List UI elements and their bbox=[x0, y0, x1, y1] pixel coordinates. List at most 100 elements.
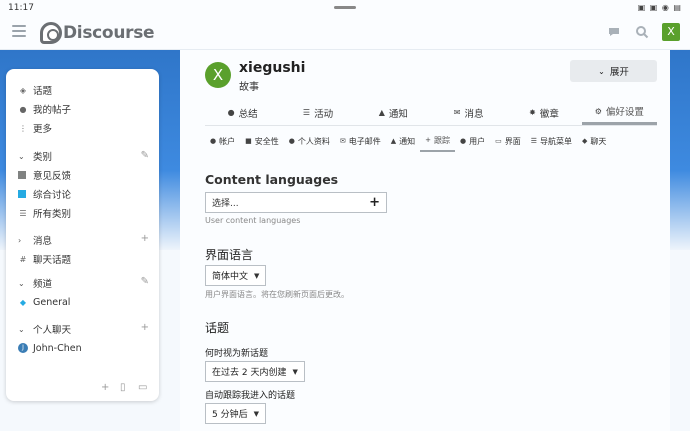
expand-chevron-icon: ⌄ bbox=[598, 66, 605, 76]
add-message-plus-icon[interactable]: + bbox=[141, 233, 149, 244]
sidebar-item-feedback[interactable]: 意见反馈 bbox=[18, 168, 71, 182]
tab-summary[interactable]: ● 总结 bbox=[205, 100, 280, 125]
chevron-down-icon: ⌄ bbox=[18, 278, 25, 288]
subtab-email[interactable]: ✉ 电子邮件 bbox=[335, 130, 386, 152]
auto-track-label: 自动跟踪我进入的话题 bbox=[205, 391, 296, 401]
hamburger-menu-icon[interactable] bbox=[12, 25, 26, 37]
new-topic-select[interactable]: 在过去 2 天内创建 ▼ bbox=[205, 361, 305, 382]
sidebar-item-more[interactable]: ⋮ 更多 bbox=[18, 121, 53, 136]
subtab-security[interactable]: ■ 安全性 bbox=[240, 130, 284, 152]
subtab-tracking[interactable]: + 跟踪 bbox=[420, 130, 455, 152]
tab-label: 消息 bbox=[464, 108, 484, 120]
lock-icon: ■ bbox=[245, 137, 252, 145]
sidebar-item-label: 我的帖子 bbox=[33, 105, 72, 116]
nav-icon: ☰ bbox=[530, 137, 537, 145]
sidebar-item-label: 所有类别 bbox=[33, 209, 72, 220]
list-icon: ☰ bbox=[19, 208, 27, 218]
tab-label: 安全性 bbox=[254, 136, 279, 146]
activity-icon: ☰ bbox=[302, 108, 311, 117]
badge-icon: ✸ bbox=[529, 108, 536, 117]
subtab-interface[interactable]: ▭ 界面 bbox=[490, 130, 526, 152]
status-time: 11:17 bbox=[8, 3, 34, 13]
content-languages-title: Content languages bbox=[205, 172, 339, 187]
search-icon[interactable] bbox=[634, 25, 650, 41]
sidebar-section-categories[interactable]: ⌄ 类别 bbox=[18, 149, 52, 164]
sidebar-item-topics[interactable]: ◈ 话题 bbox=[18, 83, 52, 98]
content-languages-select[interactable]: 选择... + bbox=[205, 192, 387, 213]
chevron-down-icon: ⌄ bbox=[18, 324, 25, 334]
envelope-icon: ✉ bbox=[453, 108, 461, 117]
chevron-down-icon: ⌄ bbox=[18, 151, 25, 161]
sidebar-section-messages[interactable]: › 消息 bbox=[18, 233, 52, 248]
caret-down-icon: ▼ bbox=[292, 367, 298, 376]
subtab-account[interactable]: ● 帐户 bbox=[205, 130, 240, 152]
preferences-sub-tabs: ● 帐户 ■ 安全性 ● 个人资料 ✉ 电子邮件 ▲ 通知 + 跟踪 ● 用户 ▭ 界面 ☰ 导航… bbox=[205, 130, 667, 152]
sidebar-item-label: 更多 bbox=[33, 124, 53, 135]
subtab-users[interactable]: ● 用户 bbox=[455, 130, 490, 152]
tab-label: 界面 bbox=[504, 136, 521, 146]
site-logo[interactable]: Discourse bbox=[40, 20, 155, 46]
gear-icon: ⚙ bbox=[594, 106, 602, 116]
auto-track-select[interactable]: 5 分钟后 ▼ bbox=[205, 403, 266, 424]
profile-main-tabs: ● 总结 ☰ 活动 ▲ 通知 ✉ 消息 ✸ 徽章 ⚙ 偏好设置 bbox=[205, 100, 657, 126]
sidebar-item-dm-john-chen[interactable]: J John-Chen bbox=[18, 341, 82, 355]
mobile-icon[interactable]: ▯ bbox=[120, 382, 126, 393]
tab-activity[interactable]: ☰ 活动 bbox=[280, 100, 355, 125]
bell-icon: ▲ bbox=[378, 108, 385, 117]
expand-button[interactable]: ⌄ 展开 bbox=[570, 60, 657, 82]
sidebar-item-channel-general[interactable]: ◆ General bbox=[18, 295, 71, 309]
sidebar-section-direct-messages[interactable]: ⌄ 个人聊天 bbox=[18, 322, 71, 337]
caret-down-icon: ▼ bbox=[254, 271, 260, 280]
tab-label: 跟踪 bbox=[433, 135, 450, 145]
sidebar: ◈ 话题 ● 我的帖子 ⋮ 更多 ⌄ 类别 ✎ 意见反馈 综合讨论 ☰ 所有类别… bbox=[6, 69, 159, 401]
category-color-swatch bbox=[18, 190, 26, 198]
section-title: 频道 bbox=[33, 279, 53, 290]
sidebar-item-label: John-Chen bbox=[33, 342, 82, 354]
keyboard-icon[interactable]: ▭ bbox=[138, 382, 147, 393]
dm-avatar: J bbox=[18, 343, 28, 353]
user-avatar-button[interactable]: X bbox=[662, 23, 680, 41]
tab-label: 总结 bbox=[238, 108, 258, 120]
profile-username: xiegushi bbox=[239, 60, 306, 76]
subtab-chat[interactable]: ◆ 聊天 bbox=[577, 130, 611, 152]
tab-label: 帐户 bbox=[219, 136, 236, 146]
sidebar-item-label: 聊天话题 bbox=[33, 255, 72, 266]
sidebar-item-all-categories[interactable]: ☰ 所有类别 bbox=[18, 206, 72, 221]
sidebar-item-chat-topics[interactable]: # 聊天话题 bbox=[18, 252, 72, 267]
subtab-navigation-menu[interactable]: ☰ 导航菜单 bbox=[526, 130, 577, 152]
new-topic-value: 在过去 2 天内创建 bbox=[212, 368, 287, 378]
subtab-notifications[interactable]: ▲ 通知 bbox=[386, 130, 420, 152]
tab-label: 电子邮件 bbox=[348, 136, 381, 146]
status-handle bbox=[334, 6, 356, 9]
tab-label: 通知 bbox=[388, 108, 408, 120]
profile-avatar: X bbox=[205, 62, 231, 88]
content-languages-placeholder: 选择... bbox=[212, 199, 239, 209]
tab-messages[interactable]: ✉ 消息 bbox=[431, 100, 506, 125]
chat-bubble-icon: ◆ bbox=[19, 297, 27, 307]
hashtag-icon: # bbox=[19, 254, 27, 264]
sidebar-item-general-discussion[interactable]: 综合讨论 bbox=[18, 187, 71, 201]
discourse-logo-icon bbox=[40, 22, 62, 44]
tab-badges[interactable]: ✸ 徽章 bbox=[506, 100, 581, 125]
sidebar-item-my-posts[interactable]: ● 我的帖子 bbox=[18, 102, 72, 117]
subtab-profile[interactable]: ● 个人资料 bbox=[284, 130, 335, 152]
chevron-right-icon: › bbox=[18, 235, 22, 245]
add-plus-icon[interactable]: + bbox=[101, 382, 109, 393]
status-bar: 11:17 ▣ ▣ ◉ ▤ bbox=[0, 0, 690, 16]
tab-preferences[interactable]: ⚙ 偏好设置 bbox=[581, 100, 657, 125]
sidebar-section-channels[interactable]: ⌄ 频道 bbox=[18, 276, 53, 291]
user-icon: ● bbox=[19, 104, 27, 114]
tab-notifications[interactable]: ▲ 通知 bbox=[356, 100, 431, 125]
tab-label: 偏好设置 bbox=[605, 107, 644, 118]
tab-label: 活动 bbox=[314, 108, 334, 120]
edit-channels-pencil-icon[interactable]: ✎ bbox=[141, 276, 149, 287]
logo-text: Discourse bbox=[63, 23, 155, 43]
add-dm-plus-icon[interactable]: + bbox=[141, 322, 149, 333]
new-topic-label: 何时视为新话题 bbox=[205, 349, 269, 359]
interface-language-select[interactable]: 简体中文 ▼ bbox=[205, 265, 267, 286]
sidebar-item-label: General bbox=[33, 296, 71, 308]
main-content: X xiegushi 故事 ⌄ 展开 ● 总结 ☰ 活动 ▲ 通知 ✉ 消息 ✸ 徽章 ⚙… bbox=[180, 50, 670, 431]
sidebar-item-label: 意见反馈 bbox=[33, 171, 72, 182]
chat-icon[interactable] bbox=[606, 25, 622, 41]
edit-categories-pencil-icon[interactable]: ✎ bbox=[141, 150, 149, 161]
